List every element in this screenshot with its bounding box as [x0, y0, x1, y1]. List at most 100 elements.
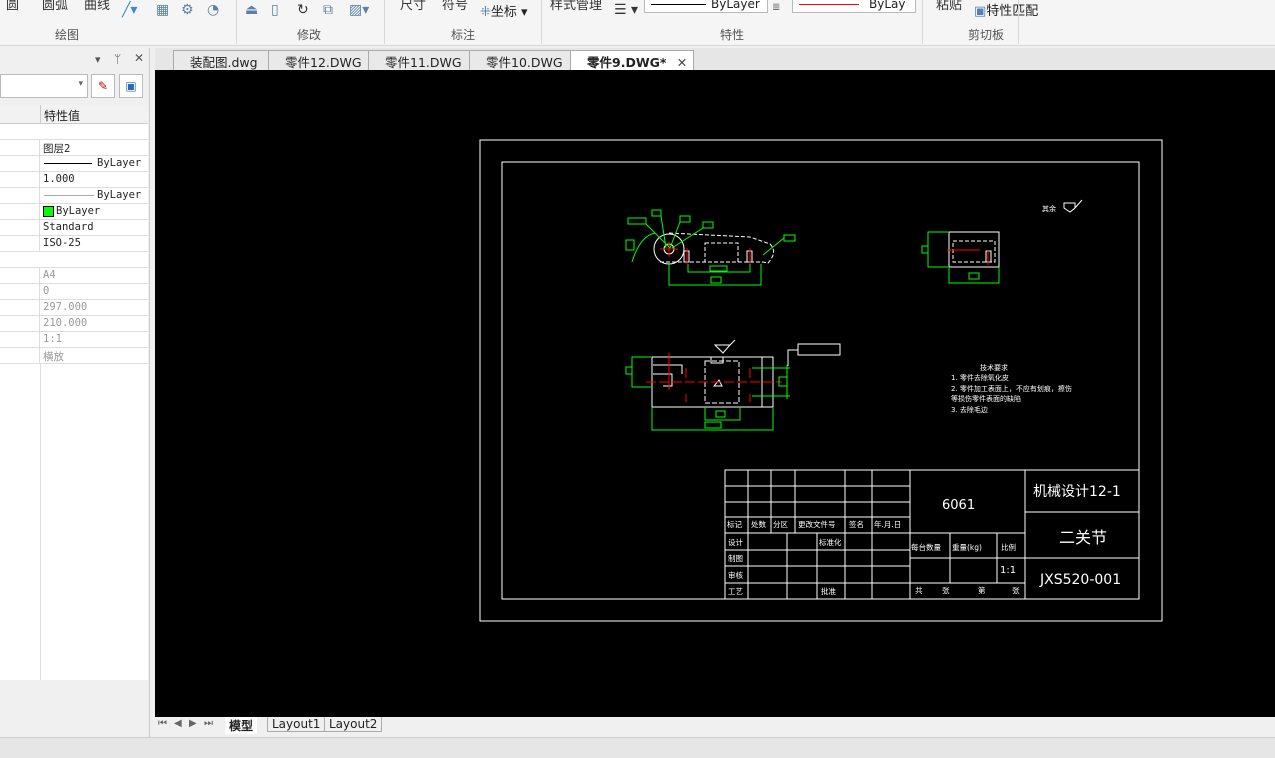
close-icon[interactable]: ✕ — [134, 51, 144, 65]
tb-header: 标记 — [727, 519, 742, 529]
prop-paper-size: A4 — [0, 268, 148, 284]
curve-button[interactable]: 曲线 — [84, 0, 110, 13]
tb-header: 签名 — [849, 519, 864, 529]
group-draw: 绘图 — [55, 28, 80, 42]
prop-dim-style[interactable]: ISO-25 — [0, 236, 148, 252]
match-properties-icon: ▣ — [974, 4, 987, 19]
tb-approve: 批准 — [821, 586, 836, 596]
tb-part-name: 二关节 — [1059, 528, 1107, 547]
tech-req-line: 3. 去除毛边 — [951, 405, 988, 414]
tech-req-line: 2. 零件加工表面上，不应有划痕，擦伤 — [951, 384, 1072, 393]
tb-header: 更改文件号 — [798, 519, 836, 529]
tb-role: 设计 — [728, 537, 743, 547]
file-tab[interactable]: 零件12.DWG — [268, 50, 379, 70]
tb-qty-label: 每台数量 — [911, 542, 941, 552]
symbol-button[interactable]: 符号 — [442, 0, 468, 13]
group-properties: 特性 — [720, 28, 745, 42]
rotate-icon[interactable]: ↻ — [297, 2, 309, 18]
tb-role: 审核 — [728, 570, 743, 580]
properties-grid: 图层2 ByLayer 1.000 ByLayer ByLayer Standa… — [0, 124, 148, 680]
coordinate-button[interactable]: ⁜坐标 ▾ — [480, 1, 528, 20]
roughness-label: 其余 — [1042, 204, 1056, 213]
nav-next-icon[interactable]: ▶ — [189, 718, 197, 729]
tb-material: 6061 — [942, 498, 975, 513]
arc-button[interactable]: 圆弧 — [42, 0, 68, 13]
hatch-icon[interactable]: ▦ — [156, 2, 169, 18]
tb-sheets: 张 — [1012, 586, 1020, 595]
properties-header: 特性值 — [0, 105, 148, 124]
drawing-canvas[interactable]: 其余 技术要求 1. 零件去除氧化皮 2. 零件加工表面上，不应有划痕，擦伤 等… — [155, 70, 1275, 717]
color-swatch — [43, 206, 54, 217]
line-icon[interactable]: ╱▾ — [122, 2, 137, 18]
tb-drawing-no: JXS520-001 — [1039, 572, 1121, 588]
tb-header: 分区 — [773, 520, 788, 529]
tech-req-line: 1. 零件去除氧化皮 — [951, 373, 1009, 382]
properties-panel: ▾ ᛘ ✕ ▾ ✎ ▣ 特性值 图层2 ByLayer 1.000 ByLaye… — [0, 48, 150, 738]
nav-last-icon[interactable]: ⏭ — [204, 718, 213, 729]
quick-select-button[interactable]: ▣ — [119, 74, 143, 98]
tech-req-line: 等损伤零件表面的缺陷 — [951, 394, 1021, 403]
prop-text-style[interactable]: Standard — [0, 220, 148, 236]
pencil-x-icon: ✎ — [97, 79, 109, 93]
prop-height: 210.000 — [0, 316, 148, 332]
tb-weight-label: 重量(kg) — [952, 543, 982, 552]
tb-scale-label: 比例 — [1001, 542, 1016, 552]
file-tab[interactable]: 装配图.dwg — [173, 50, 275, 70]
tb-sheets: 共 — [915, 586, 923, 595]
paper-border — [479, 139, 1163, 622]
prop-linetype[interactable]: ByLayer — [0, 156, 148, 172]
stretch-icon[interactable]: ⏏ — [245, 2, 258, 18]
prop-origin: 0 — [0, 284, 148, 300]
prop-color[interactable]: ByLayer — [0, 204, 148, 220]
color-select[interactable]: ByLayer — [792, 0, 916, 13]
title-block: 标记 处数 分区 更改文件号 签名 年.月.日 设计 制图 审核 工艺 标准化 … — [724, 469, 1140, 600]
pin-icon[interactable]: ᛘ — [114, 52, 121, 66]
paste-button[interactable]: 粘贴 — [936, 0, 962, 13]
top-view — [625, 339, 841, 431]
panel-menu-icon[interactable]: ▾ — [95, 53, 101, 66]
tab-layout1[interactable]: Layout1 — [267, 717, 326, 732]
prop-linetype-scale[interactable]: 1.000 — [0, 172, 148, 188]
dimension-button[interactable]: 尺寸 — [400, 0, 426, 13]
circle-button[interactable]: 圆 — [6, 0, 19, 13]
tb-scale: 1:1 — [1000, 565, 1016, 576]
prop-lineweight[interactable]: ByLayer — [0, 188, 148, 204]
prop-layer[interactable]: 图层2 — [0, 140, 148, 156]
match-properties-button[interactable]: ▣特性匹配 — [974, 0, 1038, 19]
status-bar — [0, 737, 1275, 758]
side-view — [921, 231, 1000, 284]
nav-prev-icon[interactable]: ◀ — [174, 718, 182, 729]
tab-layout2[interactable]: Layout2 — [324, 717, 383, 732]
prop-width: 297.000 — [0, 300, 148, 316]
list-icon[interactable]: ☰ ▾ — [614, 2, 638, 18]
style-manager-button[interactable]: 样式管理 — [550, 0, 602, 13]
select-icon: ▣ — [125, 79, 137, 93]
front-view — [625, 209, 796, 286]
file-tabs: 装配图.dwg 零件12.DWG 零件11.DWG 零件10.DWG 零件9.D… — [155, 48, 1275, 70]
file-tab[interactable]: 零件11.DWG — [368, 50, 479, 70]
tb-sheets: 第 — [978, 585, 986, 595]
linetype-select[interactable]: ByLayer — [644, 0, 768, 13]
file-tab[interactable]: 零件10.DWG — [469, 50, 580, 70]
edit-icon[interactable]: ▨▾ — [349, 2, 369, 18]
close-tab-icon[interactable]: ✕ — [677, 55, 687, 70]
tb-role: 制图 — [728, 553, 743, 563]
tb-header: 处数 — [751, 519, 766, 529]
tab-model[interactable]: 模型 — [225, 717, 258, 734]
scale-icon[interactable]: ▯ — [271, 2, 279, 18]
group-clipboard: 剪切板 — [968, 28, 1005, 42]
array-icon[interactable]: ⧉ — [323, 2, 333, 18]
tb-standardization: 标准化 — [819, 537, 842, 547]
region-icon[interactable]: ◔ — [207, 2, 219, 18]
block-icon[interactable]: ⚙ — [181, 2, 194, 18]
file-tab-active[interactable]: 零件9.DWG* ✕ — [570, 50, 695, 70]
prop-scale: 1:1 — [0, 332, 148, 348]
group-annotate: 标注 — [451, 28, 476, 42]
clear-selection-button[interactable]: ✎ — [91, 74, 115, 98]
ribbon: 圆 圆弧 曲线 ╱▾ ▦ ⚙ ◔ 绘图 ⏏ ▯ ↻ ⧉ ▨▾ 修改 尺寸 符号 … — [0, 0, 1275, 46]
tb-role: 工艺 — [728, 587, 743, 596]
nav-first-icon[interactable]: ⏮ — [158, 718, 167, 729]
selection-dropdown[interactable]: ▾ — [0, 74, 88, 98]
coordinate-icon: ⁜ — [480, 5, 491, 20]
tech-requirements: 技术要求 1. 零件去除氧化皮 2. 零件加工表面上，不应有划痕，擦伤 等损伤零… — [951, 363, 1072, 414]
